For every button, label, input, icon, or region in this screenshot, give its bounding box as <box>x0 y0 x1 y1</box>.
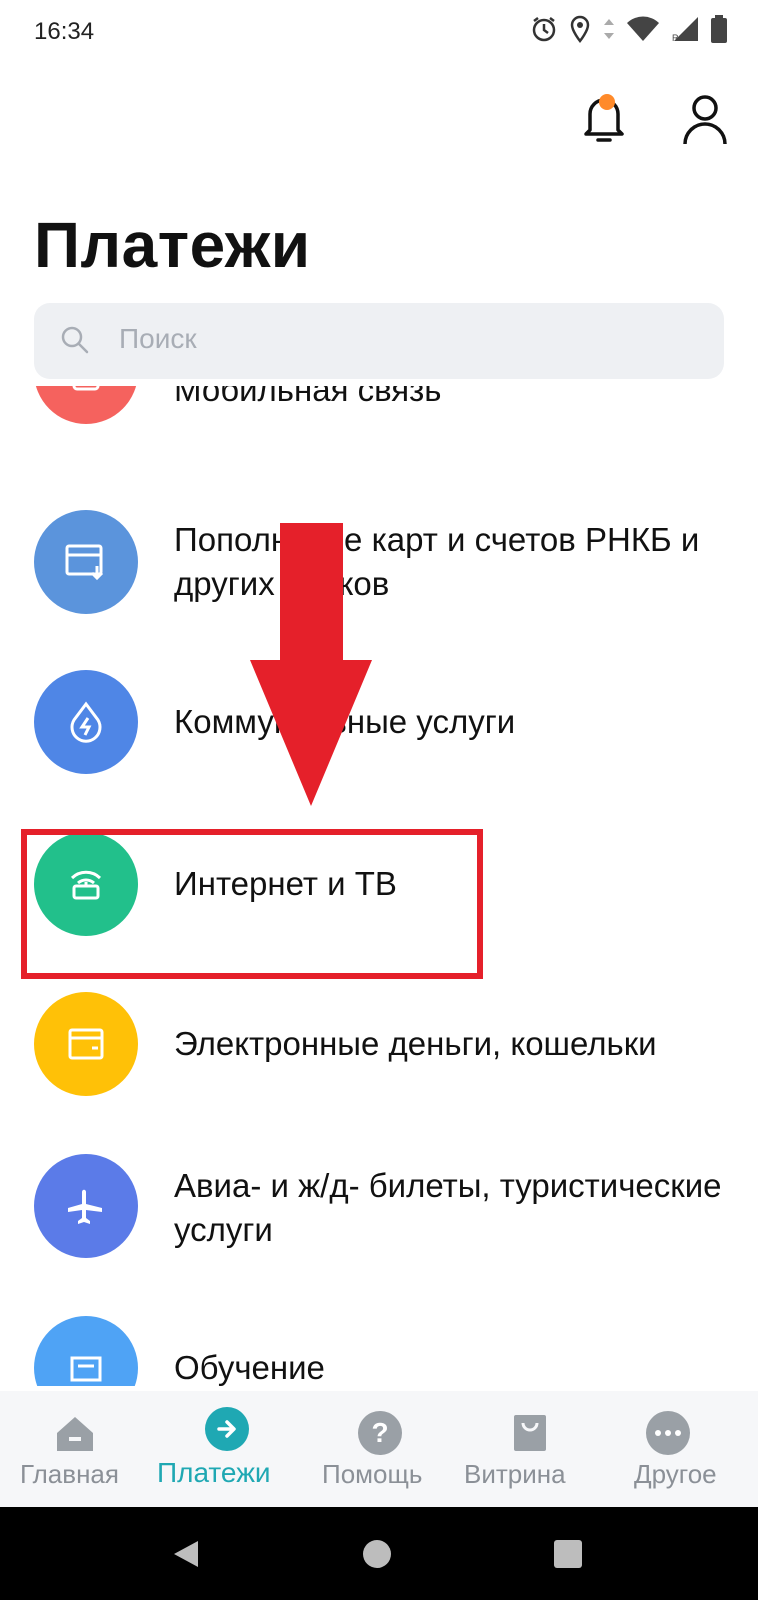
user-icon <box>683 95 727 145</box>
wifi-icon <box>627 16 659 41</box>
search-placeholder: Поиск <box>119 323 197 354</box>
bell-icon <box>584 94 624 142</box>
category-item-mobile[interactable]: Мобильная связь <box>0 386 758 450</box>
category-item-utilities[interactable]: Коммунальные услуги <box>0 668 758 798</box>
category-label: Электронные деньги, кошельки <box>174 1025 657 1062</box>
card-download-icon <box>34 510 138 614</box>
page-title: Платежи <box>34 209 311 281</box>
nav-home[interactable]: Главная <box>0 1391 150 1507</box>
category-label: Интернет и ТВ <box>174 865 397 902</box>
wallet-icon <box>34 992 138 1096</box>
alarm-icon <box>532 17 556 42</box>
category-item-card-topup[interactable]: Пополнение карт и счетов РНКБ и других б… <box>0 506 758 636</box>
category-label: Пополнение карт и счетов РНКБ и других б… <box>174 521 700 602</box>
location-icon <box>570 15 590 43</box>
utility-drop-icon <box>34 670 138 774</box>
category-item-internet-tv[interactable]: Интернет и ТВ <box>0 830 758 960</box>
nav-label: Витрина <box>464 1459 566 1489</box>
bottom-navigation: Главная Платежи ? Помощь Витрина Другое <box>0 1391 758 1507</box>
signal-icon: R <box>672 17 698 43</box>
category-item-education[interactable]: Обучение <box>0 1314 758 1386</box>
battery-icon <box>711 15 727 43</box>
education-icon <box>34 1316 138 1386</box>
airplane-icon <box>34 1154 138 1258</box>
nav-label: Главная <box>20 1459 119 1489</box>
search-field[interactable]: Поиск <box>34 303 724 379</box>
help-icon: ? <box>358 1411 402 1455</box>
recents-icon[interactable] <box>553 1539 583 1569</box>
home-icon <box>57 1417 93 1451</box>
svg-text:R: R <box>672 33 679 43</box>
search-icon <box>61 326 89 354</box>
nav-other[interactable]: Другое <box>610 1391 758 1507</box>
nav-help[interactable]: ? Помощь <box>310 1391 450 1507</box>
top-actions <box>0 90 758 160</box>
payment-category-list: Мобильная связь Пополнение карт и счетов… <box>0 386 758 1386</box>
nav-label: Другое <box>634 1459 717 1489</box>
back-icon[interactable] <box>170 1537 204 1571</box>
category-label: Обучение <box>174 1349 325 1386</box>
nav-showcase[interactable]: Витрина <box>460 1391 600 1507</box>
category-item-e-money[interactable]: Электронные деньги, кошельки <box>0 990 758 1120</box>
category-label: Коммунальные услуги <box>174 703 516 740</box>
category-label: Авиа- и ж/д- билеты, туристические услуг… <box>174 1167 722 1248</box>
nav-label: Помощь <box>322 1459 423 1489</box>
more-icon <box>646 1411 690 1455</box>
profile-button[interactable] <box>682 94 728 151</box>
status-time: 16:34 <box>34 18 95 45</box>
system-navigation-bar <box>0 1507 758 1600</box>
nav-label: Платежи <box>157 1457 271 1488</box>
status-bar: 16:34 R <box>0 0 758 64</box>
arrow-right-icon <box>205 1407 249 1451</box>
home-circle-icon[interactable] <box>362 1539 392 1569</box>
status-icons: R <box>530 14 728 44</box>
category-label: Мобильная связь <box>174 386 442 408</box>
data-arrows-icon <box>604 19 614 39</box>
phone-icon <box>34 386 138 424</box>
shopping-bag-icon <box>514 1415 546 1451</box>
category-item-tickets[interactable]: Авиа- и ж/д- билеты, туристические услуг… <box>0 1152 758 1282</box>
router-icon <box>34 832 138 936</box>
nav-payments[interactable]: Платежи <box>150 1391 300 1507</box>
notifications-button[interactable] <box>580 90 628 151</box>
